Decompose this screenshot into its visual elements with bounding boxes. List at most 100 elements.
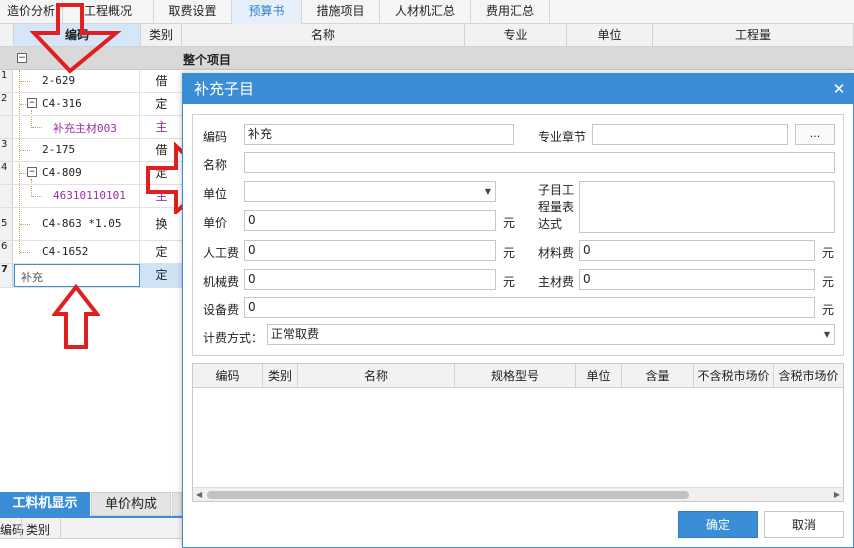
table-row[interactable]: 补充主材003 主 [0, 116, 182, 139]
unit-yuan: 元 [503, 246, 516, 260]
code-cell[interactable]: C4-863 *1.05 [14, 208, 140, 240]
equipment-cost-label: 设备费 [203, 303, 240, 317]
subgrid-header-unit[interactable]: 单位 [576, 364, 622, 388]
unit-select[interactable]: ▼ [244, 181, 496, 202]
subgrid-header-category[interactable]: 类别 [263, 364, 298, 388]
main-material-cost-label: 主材费 [538, 275, 575, 289]
subgrid-header-spec[interactable]: 规格型号 [455, 364, 576, 388]
tab-labor-material-display[interactable]: 工料机显示 [0, 492, 90, 516]
formula-field[interactable] [579, 181, 835, 233]
code-cell[interactable]: 2-175 [14, 139, 140, 161]
scrollbar-thumb[interactable] [207, 491, 689, 499]
category-cell[interactable]: 主 [141, 116, 182, 138]
column-header-specialty[interactable]: 专业 [465, 24, 567, 47]
group-row[interactable]: − 整个项目 [0, 47, 854, 70]
tab-partial[interactable] [172, 492, 182, 516]
column-header-unit[interactable]: 单位 [567, 24, 653, 47]
subgrid-header-content[interactable]: 含量 [622, 364, 694, 388]
horizontal-scrollbar[interactable]: ◀ ▶ [193, 487, 843, 501]
form-panel: 编码 补充 专业章节 ... 名称 单位 ▼ 子目工程量表达式 单价 0 元 人… [192, 114, 844, 356]
column-header-quantity[interactable]: 工程量 [653, 24, 854, 47]
price-label: 单价 [203, 216, 228, 230]
row-number: 5 [0, 208, 13, 240]
row-number: 1 [0, 70, 13, 92]
table-row[interactable]: 6 C4-1652 定 [0, 241, 182, 264]
tab-unit-price-composition[interactable]: 单价构成 [91, 492, 171, 516]
unit-yuan: 元 [822, 303, 835, 317]
subgrid-header-price-incl-tax[interactable]: 含税市场价 [774, 364, 843, 388]
category-cell[interactable]: 定 [141, 264, 182, 287]
divider [21, 518, 22, 539]
fee-method-select[interactable]: 正常取费 ▼ [267, 324, 835, 345]
name-field[interactable] [244, 152, 835, 173]
dialog-title: 补充子目 [183, 74, 853, 104]
scroll-left-icon[interactable]: ◀ [196, 488, 202, 501]
labor-cost-field[interactable]: 0 [244, 240, 496, 261]
tab-measures[interactable]: 措施项目 [302, 0, 380, 24]
material-cost-field[interactable]: 0 [579, 240, 815, 261]
code-text: 2-629 [42, 74, 76, 87]
category-cell[interactable]: 定 [141, 93, 182, 115]
column-header-category[interactable]: 类别 [141, 24, 182, 47]
tab-labor-material-summary[interactable]: 人材机汇总 [380, 0, 471, 24]
collapse-icon[interactable]: − [27, 167, 37, 177]
code-field[interactable]: 补充 [244, 124, 514, 145]
chapter-label: 专业章节 [538, 130, 587, 144]
unit-yuan: 元 [822, 246, 835, 260]
bottom-grid-header: 编码 类别 [0, 518, 182, 539]
subgrid-header-code[interactable]: 编码 [193, 364, 263, 388]
category-cell[interactable]: 借 [141, 70, 182, 92]
row-number: 7 [0, 264, 13, 287]
module-tab-bar: 造价分析 工程概况 取费设置 预算书 措施项目 人材机汇总 费用汇总 [0, 0, 854, 24]
unit-label: 单位 [203, 187, 228, 201]
confirm-button[interactable]: 确定 [678, 511, 758, 538]
code-cell[interactable]: − C4-809 [14, 162, 140, 184]
code-text: C4-1652 [42, 245, 89, 258]
scroll-right-icon[interactable]: ▶ [834, 488, 840, 501]
code-cell[interactable]: 补充主材003 [14, 116, 140, 138]
code-text: 补充 [21, 271, 43, 284]
row-number: 2 [0, 93, 13, 115]
subgrid-header-price-excl-tax[interactable]: 不含税市场价 [694, 364, 774, 388]
table-row[interactable]: 2 − C4-316 定 [0, 93, 182, 116]
cancel-button[interactable]: 取消 [764, 511, 844, 538]
tree-line [20, 224, 30, 225]
column-header-code[interactable]: 编码 [0, 521, 24, 538]
main-material-cost-field[interactable]: 0 [579, 269, 815, 290]
group-label: 整个项目 [183, 53, 232, 67]
category-cell[interactable]: 定 [141, 241, 182, 263]
chapter-field[interactable] [592, 124, 788, 145]
row-number: 3 [0, 139, 13, 161]
column-header-name[interactable]: 名称 [182, 24, 465, 47]
code-cell[interactable]: − C4-316 [14, 93, 140, 115]
code-text: 2-175 [42, 143, 76, 156]
name-label: 名称 [203, 158, 228, 172]
fee-method-value: 正常取费 [271, 327, 320, 341]
equipment-cost-field[interactable]: 0 [244, 297, 815, 318]
grid-corner [0, 24, 14, 47]
dropdown-arrow-icon[interactable]: ▼ [824, 325, 830, 344]
row-number [0, 116, 13, 138]
close-icon[interactable]: ✕ [831, 74, 847, 104]
code-cell[interactable]: 46310110101 [14, 185, 140, 207]
browse-button[interactable]: ... [795, 124, 835, 145]
dropdown-arrow-icon[interactable]: ▼ [485, 182, 491, 201]
price-field[interactable]: 0 [244, 210, 496, 231]
unit-yuan: 元 [503, 216, 516, 230]
row-number [0, 185, 13, 207]
tab-fee-summary[interactable]: 费用汇总 [471, 0, 550, 24]
collapse-icon[interactable]: − [27, 98, 37, 108]
collapse-icon[interactable]: − [17, 53, 27, 63]
down-arrow-annotation [30, 3, 122, 74]
code-cell[interactable]: C4-1652 [14, 241, 140, 263]
tree-line [32, 196, 42, 197]
code-text: 46310110101 [53, 189, 126, 202]
unit-yuan: 元 [503, 275, 516, 289]
machine-cost-field[interactable]: 0 [244, 269, 496, 290]
column-header-category[interactable]: 类别 [26, 521, 50, 538]
divider [60, 518, 61, 539]
row-number: 4 [0, 162, 13, 184]
subgrid-header-name[interactable]: 名称 [298, 364, 455, 388]
tab-budget[interactable]: 预算书 [232, 0, 302, 24]
tab-fee-settings[interactable]: 取费设置 [154, 0, 232, 24]
